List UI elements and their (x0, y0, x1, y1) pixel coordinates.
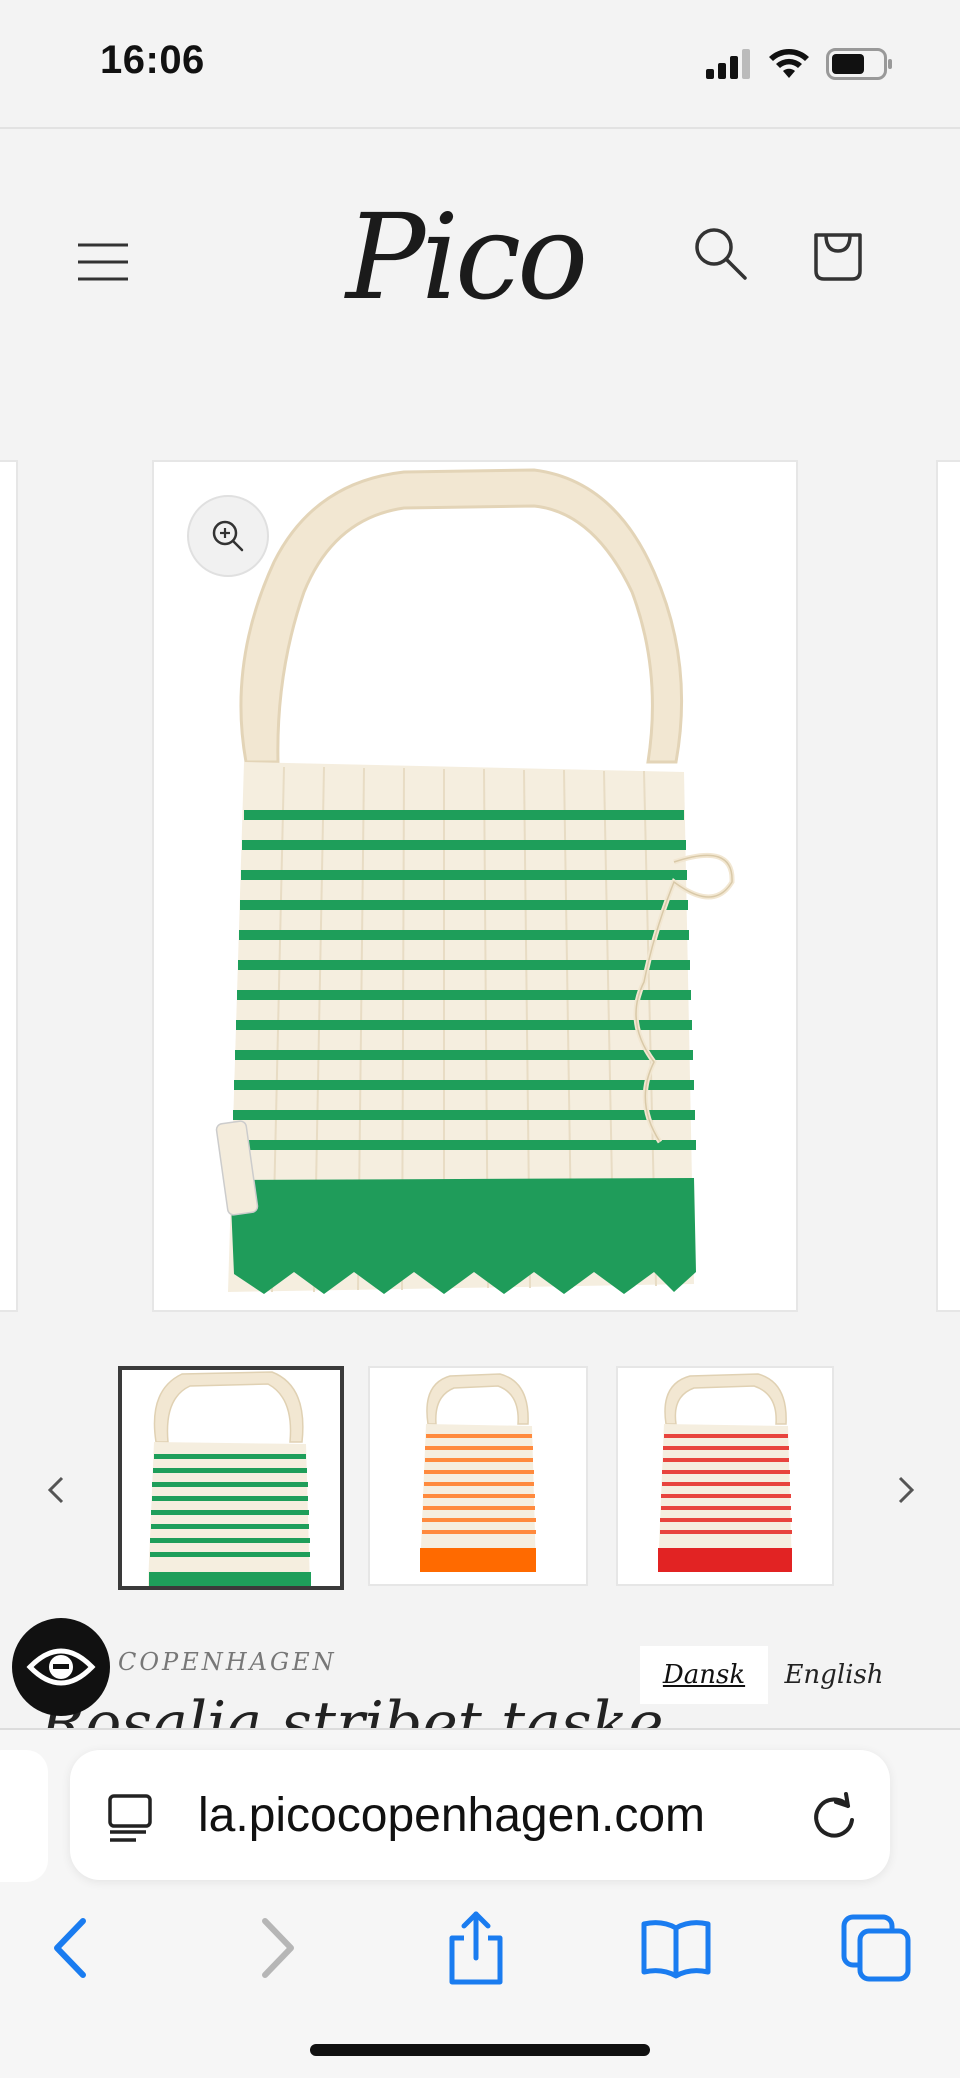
language-switcher: Dansk English (640, 1646, 894, 1704)
search-icon (695, 228, 747, 280)
product-title: Rosalia stribet taske (40, 1694, 664, 1728)
battery-icon (826, 48, 892, 80)
back-icon (54, 1918, 86, 1978)
url-bar[interactable]: la.picocopenhagen.com (70, 1750, 890, 1880)
eye-icon (26, 1648, 96, 1686)
signal-icon (706, 49, 750, 79)
home-indicator (310, 2044, 650, 2056)
share-button[interactable] (436, 1908, 516, 1988)
cart-icon (814, 233, 862, 281)
thumbnail-red[interactable] (616, 1366, 834, 1586)
previous-tab-card[interactable] (0, 1750, 48, 1882)
browser-toolbar: la.picocopenhagen.com (0, 1728, 960, 2078)
next-slide-peek (936, 460, 960, 1312)
thumbnail-prev-button[interactable] (36, 1470, 76, 1510)
forward-icon (262, 1918, 294, 1978)
thumbnail-green[interactable] (118, 1366, 344, 1590)
status-bar: 16:06 (0, 0, 960, 128)
product-main-image[interactable] (152, 460, 798, 1312)
bookmarks-icon (641, 1920, 711, 1979)
thumbnail-next-button[interactable] (886, 1470, 926, 1510)
accessibility-button[interactable] (12, 1618, 110, 1716)
reload-icon[interactable] (808, 1790, 862, 1844)
thumbnail-bag-image (148, 1371, 311, 1586)
status-time: 16:06 (100, 38, 205, 82)
search-button[interactable] (690, 223, 750, 283)
back-button[interactable] (30, 1908, 110, 1988)
zoom-button[interactable] (187, 495, 269, 577)
forward-button[interactable] (238, 1908, 318, 1988)
thumbnail-bag-image (420, 1373, 536, 1572)
site-logo[interactable]: Pico (330, 177, 600, 337)
cart-button[interactable] (806, 221, 870, 285)
tote-bag-image (215, 468, 735, 1294)
thumbnail-orange[interactable] (368, 1366, 588, 1586)
hamburger-menu-icon (78, 243, 128, 281)
status-icons (706, 44, 894, 84)
share-icon (449, 1911, 503, 1985)
reader-icon[interactable] (104, 1790, 158, 1844)
chevron-left-icon (47, 1476, 64, 1504)
wifi-icon (769, 49, 809, 78)
chevron-right-icon (898, 1476, 915, 1504)
thumbnail-bag-image (658, 1373, 792, 1572)
tabs-button[interactable] (836, 1908, 916, 1988)
hamburger-menu-button[interactable] (70, 229, 136, 295)
logo-text: Pico (345, 188, 588, 326)
previous-slide-peek (0, 460, 18, 1312)
language-english-link[interactable]: English (774, 1646, 894, 1704)
zoom-in-icon (212, 520, 244, 552)
bookmarks-button[interactable] (636, 1908, 716, 1988)
tabs-icon (841, 1914, 911, 1982)
language-dansk-link[interactable]: Dansk (640, 1646, 768, 1704)
url-text: la.picocopenhagen.com (198, 1789, 706, 1842)
product-vendor: COPENHAGEN (118, 1648, 337, 1676)
